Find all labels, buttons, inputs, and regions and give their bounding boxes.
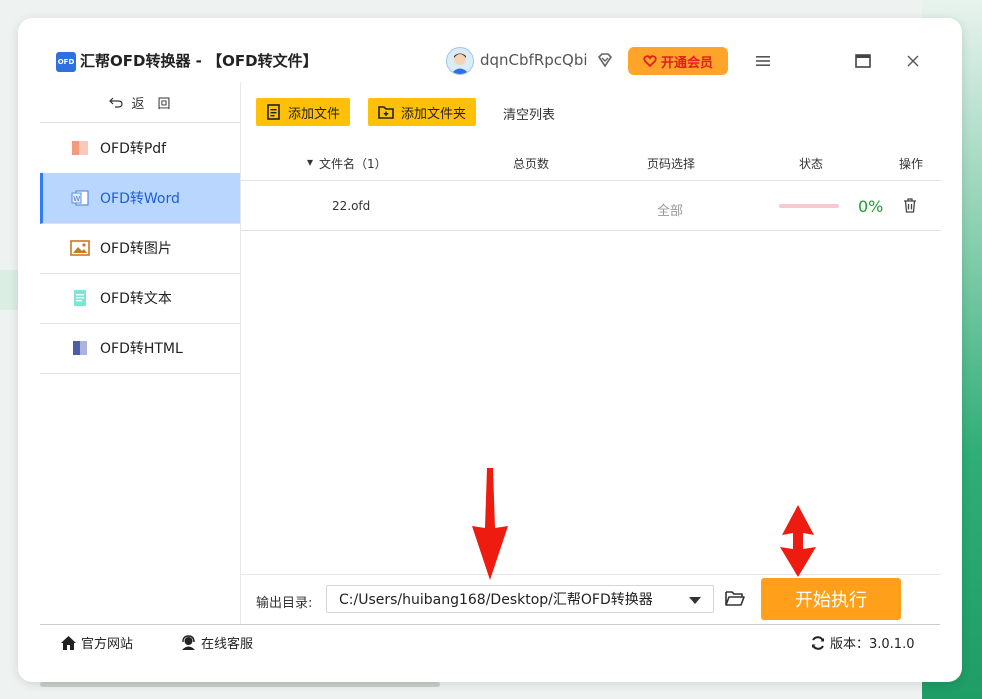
- progress-bar: [779, 204, 839, 208]
- close-button[interactable]: [901, 49, 925, 73]
- refresh-icon: [812, 635, 824, 650]
- website-label: 官方网站: [81, 637, 134, 652]
- add-file-label: 添加文件: [288, 106, 341, 122]
- maximize-button[interactable]: [851, 49, 875, 73]
- add-file-icon: [267, 104, 280, 120]
- file-name: 22.ofd: [332, 199, 371, 213]
- add-folder-icon: [378, 106, 394, 119]
- sidebar-item-label: OFD转图片: [100, 241, 172, 257]
- vip-button[interactable]: 开通会员: [628, 47, 728, 75]
- status-bar: 官方网站 在线客服 版本：3.0.1.0: [40, 624, 940, 659]
- username: dqnCbfRpcQbi: [480, 51, 588, 69]
- table-header: ▾ 文件名（1） 总页数 页码选择 状态 操作: [241, 144, 941, 181]
- chevron-down-icon: [689, 597, 701, 604]
- image-icon: [70, 238, 90, 258]
- output-path-select[interactable]: C:/Users/huibang168/Desktop/汇帮OFD转换器: [326, 585, 714, 613]
- sidebar-item-pdf[interactable]: OFD转Pdf: [40, 123, 240, 174]
- sidebar-item-text[interactable]: OFD转文本: [40, 273, 240, 324]
- background-scrollbar: [40, 682, 440, 687]
- annotation-arrow-start: [780, 505, 816, 577]
- home-icon: [61, 635, 76, 650]
- sidebar-item-label: OFD转文本: [100, 291, 172, 307]
- folder-open-icon[interactable]: [725, 589, 745, 607]
- text-icon: [70, 288, 90, 308]
- header-page-select: 页码选择: [647, 157, 696, 171]
- output-path: C:/Users/huibang168/Desktop/汇帮OFD转换器: [339, 592, 653, 608]
- support-label: 在线客服: [201, 637, 254, 652]
- heart-icon: [643, 55, 657, 68]
- annotation-arrow-output: [472, 468, 508, 580]
- clear-list-button[interactable]: 清空列表: [503, 104, 555, 123]
- header-action: 操作: [899, 157, 924, 171]
- output-label: 输出目录:: [256, 596, 313, 611]
- menu-button[interactable]: [751, 49, 775, 73]
- word-icon: W: [70, 188, 90, 208]
- svg-text:W: W: [73, 195, 80, 203]
- table-row[interactable]: 22.ofd 全部 0%: [241, 182, 941, 231]
- pdf-icon: [70, 138, 90, 158]
- sort-arrow-icon[interactable]: ▾: [307, 155, 313, 169]
- close-icon: [907, 55, 919, 67]
- sidebar: 返 回 OFD转Pdf W OFD转Word OFD转图片 OFD转文本 OFD…: [40, 82, 241, 624]
- start-button[interactable]: 开始执行: [761, 578, 901, 620]
- sidebar-item-label: OFD转HTML: [100, 341, 183, 357]
- title-bar: OFD 汇帮OFD转换器 - 【OFD转文件】 dqnCbfRpcQbi 开通会…: [18, 18, 962, 82]
- sidebar-item-word[interactable]: W OFD转Word: [40, 173, 240, 224]
- avatar-icon: [451, 53, 469, 74]
- header-pages: 总页数: [513, 157, 550, 171]
- back-label: 返 回: [131, 96, 171, 112]
- html-icon: [70, 338, 90, 358]
- header-status: 状态: [799, 157, 824, 171]
- vip-label: 开通会员: [660, 55, 713, 71]
- back-button[interactable]: 返 回: [40, 82, 240, 123]
- version-info[interactable]: 版本：3.0.1.0: [810, 633, 914, 652]
- progress-text: 0%: [858, 197, 884, 216]
- sidebar-item-label: OFD转Pdf: [100, 141, 167, 157]
- sidebar-item-html[interactable]: OFD转HTML: [40, 323, 240, 374]
- add-folder-button[interactable]: 添加文件夹: [368, 98, 477, 126]
- trash-icon: [904, 198, 916, 213]
- back-icon: [109, 97, 124, 108]
- website-link[interactable]: 官方网站: [60, 633, 133, 652]
- version-label: 版本：3.0.1.0: [830, 637, 915, 652]
- output-bar: 输出目录: C:/Users/huibang168/Desktop/汇帮OFD转…: [241, 574, 941, 625]
- app-window: OFD 汇帮OFD转换器 - 【OFD转文件】 dqnCbfRpcQbi 开通会…: [18, 18, 962, 682]
- headset-icon: [182, 634, 195, 650]
- support-link[interactable]: 在线客服: [180, 633, 253, 652]
- header-filename[interactable]: 文件名（1）: [319, 155, 387, 172]
- app-logo-icon: OFD: [56, 52, 76, 72]
- add-folder-label: 添加文件夹: [401, 106, 467, 122]
- diamond-icon: [597, 53, 613, 68]
- page-select[interactable]: 全部: [657, 200, 683, 219]
- add-file-button[interactable]: 添加文件: [256, 98, 351, 126]
- sidebar-item-label: OFD转Word: [100, 191, 180, 207]
- avatar[interactable]: [446, 47, 474, 75]
- main-panel: 添加文件 添加文件夹 清空列表 ▾ 文件名（1） 总页数 页码选择 状态 操作 …: [241, 82, 941, 574]
- maximize-icon: [855, 54, 871, 68]
- hamburger-icon: [756, 56, 770, 66]
- delete-button[interactable]: [903, 198, 917, 216]
- sidebar-item-image[interactable]: OFD转图片: [40, 223, 240, 274]
- app-title: 汇帮OFD转换器 - 【OFD转文件】: [80, 52, 318, 70]
